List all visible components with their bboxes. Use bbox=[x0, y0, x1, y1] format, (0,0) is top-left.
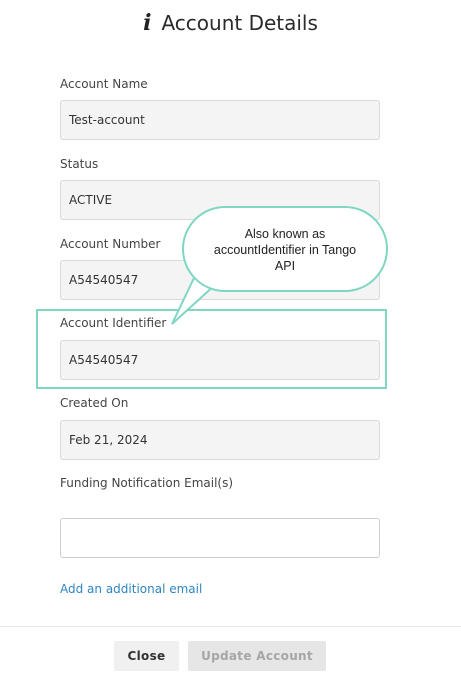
callout-line-1: Also known as bbox=[244, 227, 326, 241]
add-email-link[interactable]: Add an additional email bbox=[60, 582, 202, 596]
update-account-button[interactable]: Update Account bbox=[188, 641, 326, 671]
account-number-label: Account Number bbox=[60, 237, 161, 251]
funding-email-input[interactable] bbox=[60, 518, 380, 558]
info-icon: i bbox=[143, 10, 152, 36]
close-button[interactable]: Close bbox=[114, 641, 179, 671]
callout-bubble: Also known as accountIdentifier in Tango… bbox=[182, 206, 388, 292]
account-name-field: Test-account bbox=[60, 100, 380, 140]
footer-divider bbox=[0, 626, 461, 627]
created-on-field: Feb 21, 2024 bbox=[60, 420, 380, 460]
account-name-label: Account Name bbox=[60, 77, 148, 91]
status-label: Status bbox=[60, 157, 99, 171]
funding-email-label: Funding Notification Email(s) bbox=[60, 476, 234, 490]
dialog-title: i Account Details bbox=[0, 10, 461, 36]
created-on-label: Created On bbox=[60, 396, 129, 410]
callout-line-2: accountIdentifier in Tango bbox=[213, 243, 357, 257]
dialog-title-text: Account Details bbox=[161, 11, 318, 35]
callout-line-3: API bbox=[274, 259, 296, 273]
